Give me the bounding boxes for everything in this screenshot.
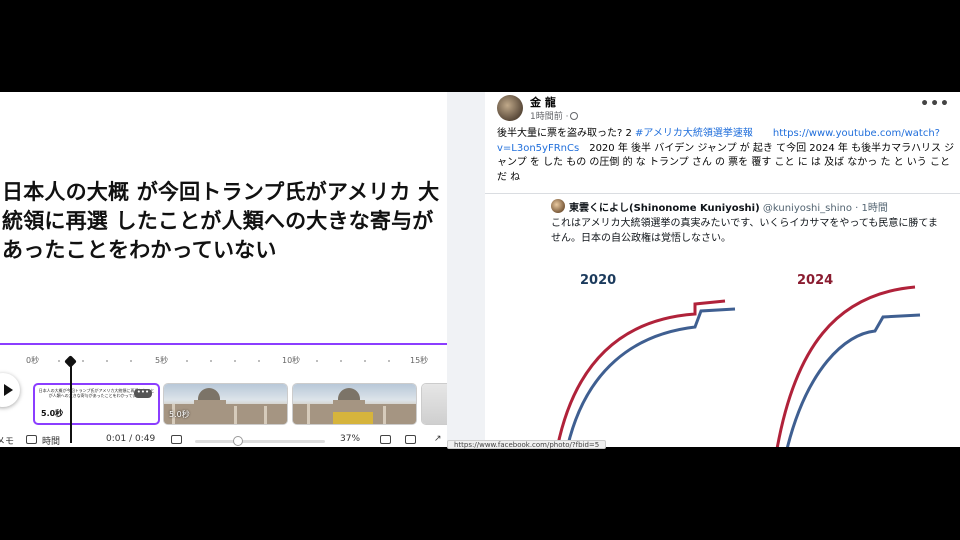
text-clip-duration: 5.0秒 bbox=[41, 409, 64, 418]
video-editor: 日本人の大概 が今回トランプ氏がアメリカ 大統領に再選 したことが人類への大きな… bbox=[0, 92, 447, 447]
ruler-tick: 10秒 bbox=[282, 356, 301, 365]
author-avatar[interactable] bbox=[497, 95, 523, 121]
quote-author-name: 東雲くによし(Shinonome Kuniyoshi) bbox=[569, 203, 760, 214]
quote-avatar bbox=[551, 199, 565, 213]
expand-icon[interactable]: ↗ bbox=[434, 434, 442, 444]
ruler-tick: 15秒 bbox=[410, 356, 429, 365]
time-display: 0:01 / 0:49 bbox=[106, 434, 156, 444]
hashtag-link[interactable]: #アメリカ大統領選挙速報 bbox=[635, 128, 753, 139]
image-clip[interactable] bbox=[421, 383, 447, 425]
editor-toolbar: メモ 時間 0:01 / 0:49 37% ↗ bbox=[0, 433, 447, 447]
quote-handle: @kuniyoshi_shino bbox=[762, 203, 852, 214]
ruler-tick: 0秒 bbox=[26, 356, 40, 365]
image-clip-duration: 5.0秒 bbox=[169, 410, 190, 419]
ruler-tick: 5秒 bbox=[155, 356, 169, 365]
feed-gutter bbox=[447, 92, 485, 447]
grid-view-icon[interactable] bbox=[171, 435, 182, 444]
image-clip[interactable]: 5.0秒 bbox=[163, 383, 288, 425]
play-icon bbox=[3, 384, 13, 396]
quote-text: これはアメリカ大統領選挙の真実みたいです、いくらイカサマをやっても民意に勝てませ… bbox=[551, 218, 938, 244]
post-text: 後半大量に票を盗み取った? 2 #アメリカ大統領選挙速報 https://www… bbox=[497, 128, 955, 183]
link-status-url: https://www.facebook.com/photo/?fbid=5 bbox=[447, 440, 607, 449]
clip-more-button[interactable]: ••• bbox=[134, 389, 152, 398]
quote-header: 東雲くによし(Shinonome Kuniyoshi) @kuniyoshi_s… bbox=[569, 199, 888, 214]
zoom-level: 37% bbox=[340, 434, 361, 444]
election-curve-image: 2020 2024 bbox=[545, 259, 955, 447]
layout-icon[interactable] bbox=[405, 435, 416, 444]
quote-time: · 1時間 bbox=[855, 203, 888, 214]
quoted-tweet[interactable]: 東雲くによし(Shinonome Kuniyoshi) @kuniyoshi_s… bbox=[485, 194, 960, 447]
facebook-post: 金 龍 1時間前 · ••• 後半大量に票を盗み取った? 2 #アメリカ大統領選… bbox=[485, 92, 960, 447]
notes-button[interactable]: メモ bbox=[0, 434, 14, 447]
globe-icon bbox=[570, 112, 579, 120]
timer-icon bbox=[26, 435, 37, 444]
image-clip[interactable] bbox=[292, 383, 417, 425]
facebook-pane: 金 龍 1時間前 · ••• 後半大量に票を盗み取った? 2 #アメリカ大統領選… bbox=[447, 92, 960, 447]
timer-button[interactable]: 時間 bbox=[42, 434, 60, 447]
post-time[interactable]: 1時間前 · bbox=[530, 109, 579, 122]
zoom-slider[interactable] bbox=[195, 436, 325, 446]
author-name[interactable]: 金 龍 bbox=[530, 94, 556, 110]
text-clip[interactable]: 日本人の大概が今回トランプ氏がアメリカ大統領に再選したことが人類への大きな寄与が… bbox=[33, 383, 160, 425]
canvas-headline[interactable]: 日本人の大概 が今回トランプ氏がアメリカ 大統領に再選 したことが人類への大きな… bbox=[2, 178, 446, 265]
zoom-slider-knob[interactable] bbox=[233, 436, 243, 446]
post-menu-button[interactable]: ••• bbox=[920, 96, 950, 112]
curves-graphic bbox=[555, 285, 921, 447]
play-button[interactable] bbox=[0, 373, 20, 407]
pages-icon[interactable] bbox=[380, 435, 391, 444]
screen-frame: 日本人の大概 が今回トランプ氏がアメリカ 大統領に再選 したことが人類への大きな… bbox=[0, 92, 960, 447]
timeline: 0秒 5秒 10秒 15秒 日本人の大概が今回トランプ氏がアメリカ大統領に再選し… bbox=[0, 343, 447, 447]
playhead[interactable] bbox=[70, 365, 72, 443]
